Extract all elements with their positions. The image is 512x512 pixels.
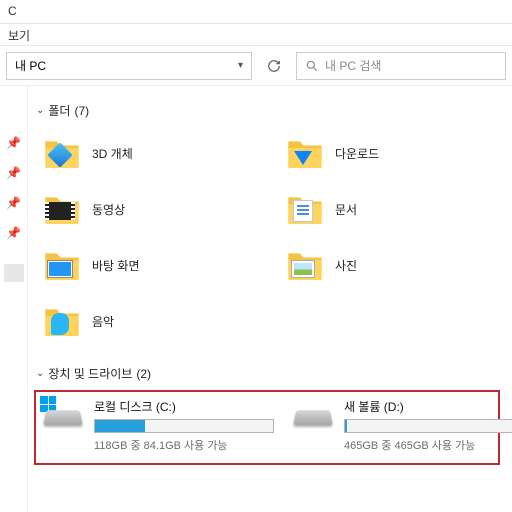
address-bar[interactable]: 내 PC ▾	[6, 52, 252, 80]
pin-icon[interactable]: 📌	[6, 196, 21, 210]
drive-name: 로컬 디스크 (C:)	[94, 398, 274, 415]
folder-icon	[42, 245, 82, 285]
group-count: (2)	[136, 367, 151, 381]
menu-view[interactable]: 보기	[8, 29, 30, 43]
folder-label: 사진	[335, 257, 357, 274]
search-placeholder: 내 PC 검색	[325, 57, 381, 74]
menu-bar: 보기	[0, 24, 512, 46]
folder-label: 동영상	[92, 201, 125, 218]
pin-icon[interactable]: 📌	[6, 136, 21, 150]
folder-item[interactable]: 음악	[34, 297, 257, 345]
folder-icon	[42, 133, 82, 173]
folder-icon	[285, 133, 325, 173]
folder-label: 바탕 화면	[92, 257, 140, 274]
chevron-down-icon: ⌄	[36, 105, 44, 116]
drive-item[interactable]: 새 볼륨 (D:) 465GB 중 465GB 사용 가능	[292, 398, 512, 453]
folder-icon	[42, 301, 82, 341]
pin-icon[interactable]: 📌	[6, 166, 21, 180]
main-pane: ⌄ 폴더 (7) 3D 개체 다운로드동영상 문서바탕 화면 사진음악 ⌄ 장치 및 …	[28, 86, 512, 512]
address-location: 내 PC	[15, 57, 46, 74]
drive-item[interactable]: 로컬 디스크 (C:) 118GB 중 84.1GB 사용 가능	[42, 398, 274, 453]
nav-selection[interactable]	[4, 264, 24, 282]
search-icon	[305, 59, 319, 73]
folder-label: 문서	[335, 201, 357, 218]
drive-sub: 465GB 중 465GB 사용 가능	[344, 437, 512, 453]
pin-icon[interactable]: 📌	[6, 226, 21, 240]
folder-label: 음악	[92, 313, 114, 330]
disk-icon	[292, 398, 334, 436]
drives-highlight: 로컬 디스크 (C:)118GB 중 84.1GB 사용 가능새 볼륨 (D:)…	[34, 390, 500, 465]
chevron-down-icon: ⌄	[36, 368, 44, 379]
folder-icon	[285, 189, 325, 229]
toolbar: 내 PC ▾ 내 PC 검색	[0, 46, 512, 86]
drive-name: 새 볼륨 (D:)	[344, 398, 512, 415]
folder-item[interactable]: 문서	[277, 185, 500, 233]
disk-icon	[42, 398, 84, 436]
group-count: (7)	[74, 104, 89, 118]
usage-bar	[94, 419, 274, 433]
group-label: 장치 및 드라이브	[48, 365, 132, 382]
search-input[interactable]: 내 PC 검색	[296, 52, 506, 80]
folder-icon	[285, 245, 325, 285]
folder-item[interactable]: 3D 개체	[34, 129, 257, 177]
chevron-down-icon[interactable]: ▾	[238, 60, 243, 71]
title-bar: C	[0, 0, 512, 24]
folder-item[interactable]: 바탕 화면	[34, 241, 257, 289]
quick-access-rail: 📌 📌 📌 📌	[0, 86, 28, 512]
folder-icon	[42, 189, 82, 229]
folder-item[interactable]: 사진	[277, 241, 500, 289]
folder-label: 3D 개체	[92, 145, 133, 162]
refresh-button[interactable]	[260, 52, 288, 80]
folder-item[interactable]: 동영상	[34, 185, 257, 233]
folder-item[interactable]: 다운로드	[277, 129, 500, 177]
usage-bar	[344, 419, 512, 433]
group-header-devices[interactable]: ⌄ 장치 및 드라이브 (2)	[34, 365, 500, 382]
folder-label: 다운로드	[335, 145, 379, 162]
group-header-folders[interactable]: ⌄ 폴더 (7)	[34, 102, 500, 119]
group-label: 폴더	[48, 102, 70, 119]
window-title: C	[8, 4, 17, 18]
drive-sub: 118GB 중 84.1GB 사용 가능	[94, 437, 274, 453]
